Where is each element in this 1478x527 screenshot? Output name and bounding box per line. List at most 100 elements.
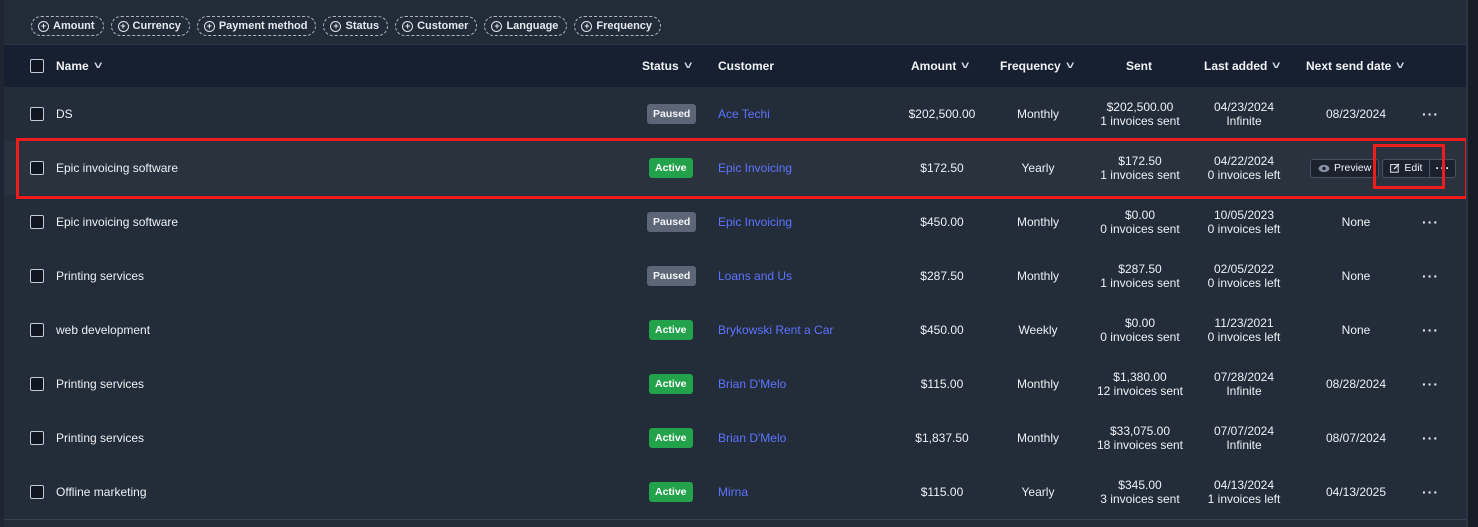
row-sent-cell: $345.00 3 invoices sent [1090, 465, 1190, 519]
table-row[interactable]: Epic invoicing software Paused Epic Invo… [4, 195, 1468, 250]
row-more-button[interactable]: ··· [1430, 158, 1457, 178]
row-last-added-info: 1 invoices left [1207, 492, 1281, 506]
status-badge: Active [649, 320, 693, 340]
row-next-send-date: None [1341, 269, 1371, 283]
column-header-status[interactable]: Status ˅ [642, 45, 692, 87]
row-sent-count: 0 invoices sent [1100, 330, 1180, 344]
row-more-button[interactable]: ··· [1422, 87, 1439, 141]
table-row[interactable]: Printing services Active Brian D'Melo $1… [4, 357, 1468, 412]
filter-chip-payment-method[interactable]: + Payment method [196, 16, 317, 36]
status-badge: Active [649, 482, 693, 502]
filter-chip-frequency[interactable]: + Frequency [574, 16, 662, 36]
row-next-send-date: 08/23/2024 [1325, 107, 1387, 121]
row-name: Printing services [56, 269, 145, 283]
row-frequency: Monthly [1016, 107, 1060, 121]
row-sent-amount: $1,380.00 [1113, 370, 1167, 384]
table-row[interactable]: Printing services Paused Loans and Us $2… [4, 249, 1468, 304]
filter-chip-status[interactable]: + Status [323, 16, 389, 36]
row-status-cell: Active [649, 357, 693, 411]
row-checkbox[interactable] [30, 377, 44, 391]
row-status-cell: Paused [647, 87, 697, 141]
row-next-send-date: 08/07/2024 [1325, 431, 1387, 445]
row-sent-count: 12 invoices sent [1096, 384, 1184, 398]
row-last-added-cell: 10/05/2023 0 invoices left [1194, 195, 1294, 249]
customer-link[interactable]: Brian D'Melo [718, 411, 786, 465]
row-checkbox[interactable] [30, 323, 44, 337]
row-frequency: Monthly [1016, 269, 1060, 283]
table-row[interactable]: Offline marketing Active Mirna $115.00 Y… [4, 465, 1468, 520]
row-amount: $450.00 [920, 215, 964, 229]
column-header-frequency[interactable]: Frequency ˅ [1000, 45, 1074, 87]
customer-link[interactable]: Mirna [718, 465, 748, 519]
column-header-customer[interactable]: Customer [718, 45, 774, 87]
scrollbar-track[interactable] [1466, 0, 1478, 527]
row-select-cell [30, 303, 44, 357]
edit-button[interactable]: Edit [1382, 158, 1431, 178]
status-badge: Paused [647, 104, 697, 124]
row-actions: Preview Edit ··· [1310, 141, 1457, 195]
row-sent-cell: $172.50 1 invoices sent [1090, 141, 1190, 195]
customer-link[interactable]: Brian D'Melo [718, 357, 786, 411]
row-sent-cell: $0.00 0 invoices sent [1090, 195, 1190, 249]
row-more-button[interactable]: ··· [1422, 411, 1439, 465]
row-sent-cell: $1,380.00 12 invoices sent [1090, 357, 1190, 411]
row-more-button[interactable]: ··· [1422, 357, 1439, 411]
row-name: Offline marketing [56, 485, 147, 499]
filter-chip-customer[interactable]: + Customer [395, 16, 478, 36]
row-amount: $115.00 [920, 485, 964, 499]
table-row[interactable]: Printing services Active Brian D'Melo $1… [4, 411, 1468, 466]
row-checkbox[interactable] [30, 485, 44, 499]
table-row[interactable]: web development Active Brykowski Rent a … [4, 303, 1468, 358]
row-more-button[interactable]: ··· [1422, 303, 1439, 357]
row-last-added-date: 04/13/2024 [1213, 478, 1275, 492]
column-header-amount[interactable]: Amount ˅ [911, 45, 970, 87]
column-header-last-added[interactable]: Last added ˅ [1204, 45, 1281, 87]
customer-link[interactable]: Epic Invoicing [718, 195, 792, 249]
column-header-next-send-date[interactable]: Next send date ˅ [1306, 45, 1405, 87]
table-row[interactable]: Epic invoicing software Active Epic Invo… [4, 141, 1468, 196]
row-more-button[interactable]: ··· [1422, 465, 1439, 519]
status-badge: Active [649, 374, 693, 394]
row-sent-cell: $33,075.00 18 invoices sent [1090, 411, 1190, 465]
preview-button[interactable]: Preview [1310, 158, 1380, 178]
table-header: Name ˅ Status ˅ Customer Amount ˅ Frequency… [4, 44, 1468, 88]
table-row[interactable]: DS Paused Ace Techi $202,500.00 Monthly … [4, 87, 1468, 142]
more-horizontal-icon: ··· [1422, 484, 1439, 500]
filter-chip-amount[interactable]: + Amount [31, 16, 104, 36]
row-frequency: Weekly [1018, 323, 1058, 337]
row-name: Epic invoicing software [56, 215, 179, 229]
more-horizontal-icon: ··· [1422, 430, 1439, 446]
row-more-button[interactable]: ··· [1422, 195, 1439, 249]
row-select-cell [30, 465, 44, 519]
row-checkbox[interactable] [30, 161, 44, 175]
row-checkbox[interactable] [30, 107, 44, 121]
column-header-name[interactable]: Name ˅ [56, 45, 102, 87]
row-select-cell [30, 411, 44, 465]
row-sent-count: 18 invoices sent [1096, 438, 1184, 452]
row-select-cell [30, 357, 44, 411]
row-sent-amount: $0.00 [1124, 316, 1156, 330]
plus-circle-icon: + [402, 20, 414, 32]
customer-link[interactable]: Brykowski Rent a Car [718, 303, 833, 357]
customer-link[interactable]: Epic Invoicing [718, 141, 792, 195]
row-status-cell: Active [649, 303, 693, 357]
row-last-added-date: 07/07/2024 [1213, 424, 1275, 438]
row-last-added-date: 11/23/2021 [1214, 316, 1274, 330]
more-horizontal-icon: ··· [1422, 214, 1439, 230]
filter-chip-currency[interactable]: + Currency [110, 16, 190, 36]
column-header-sent[interactable]: Sent [1126, 45, 1152, 87]
row-last-added-info: Infinite [1226, 114, 1262, 128]
row-checkbox[interactable] [30, 431, 44, 445]
row-amount: $202,500.00 [908, 107, 976, 121]
row-name: Printing services [56, 431, 145, 445]
row-checkbox[interactable] [30, 215, 44, 229]
row-last-added-date: 02/05/2022 [1213, 262, 1275, 276]
filter-chip-language[interactable]: + Language [484, 16, 568, 36]
row-more-button[interactable]: ··· [1422, 249, 1439, 303]
select-all-checkbox[interactable] [30, 59, 44, 73]
customer-link[interactable]: Loans and Us [718, 249, 792, 303]
row-name: DS [56, 107, 73, 121]
row-checkbox[interactable] [30, 269, 44, 283]
row-next-send-date: None [1341, 215, 1371, 229]
customer-link[interactable]: Ace Techi [718, 87, 770, 141]
